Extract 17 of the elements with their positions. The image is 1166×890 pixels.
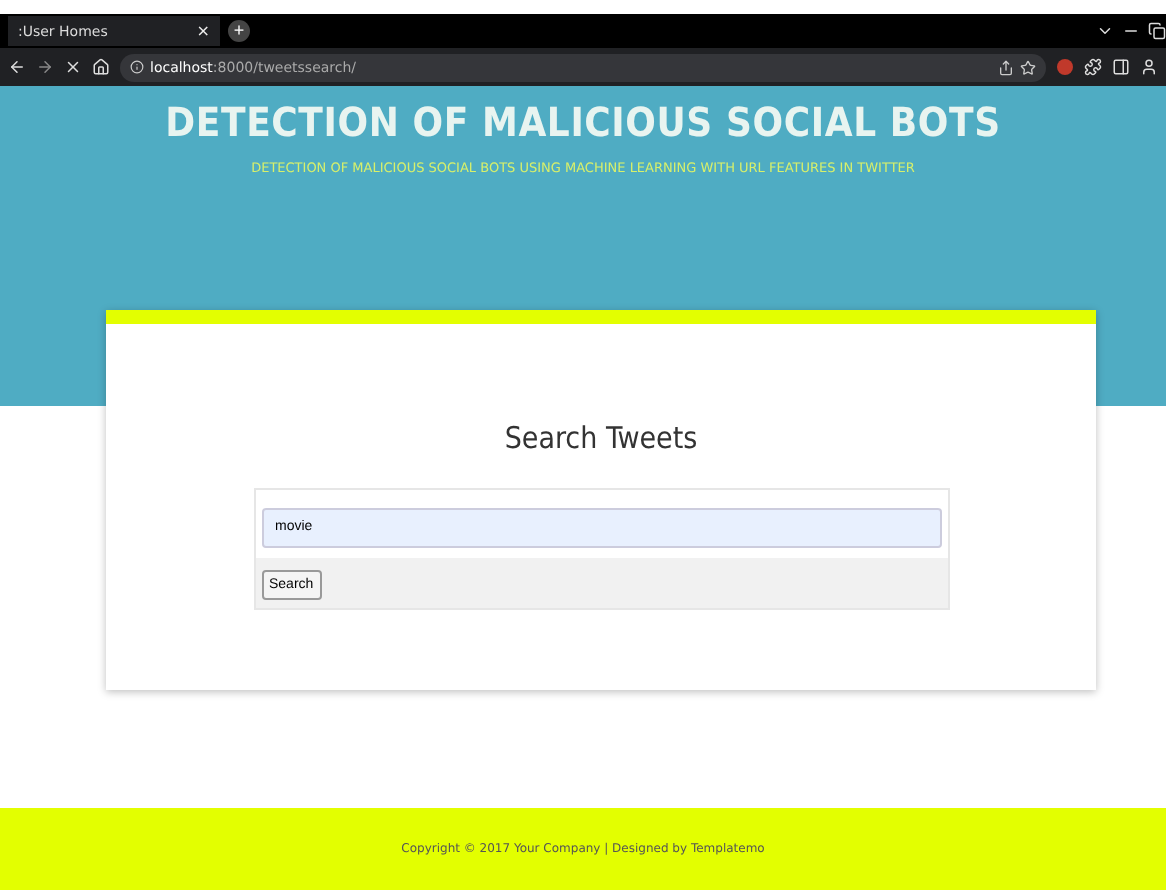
- back-icon[interactable]: [8, 58, 26, 76]
- card-heading: Search Tweets: [504, 420, 698, 456]
- home-icon[interactable]: [92, 58, 110, 76]
- site-title: DETECTION OF MALICIOUS SOCIAL BOTS: [165, 98, 1001, 146]
- tab-close[interactable]: ×: [196, 22, 210, 40]
- profile-icon[interactable]: [1140, 58, 1158, 76]
- share-icon[interactable]: [998, 59, 1014, 75]
- close-icon[interactable]: [64, 58, 82, 76]
- restore-icon[interactable]: [1148, 22, 1166, 40]
- sidebar-icon[interactable]: [1112, 58, 1130, 76]
- forward-icon[interactable]: [36, 58, 54, 76]
- star-icon[interactable]: [1020, 59, 1036, 75]
- chevron-icon[interactable]: [1096, 22, 1114, 40]
- extension-icon[interactable]: [1056, 58, 1074, 76]
- new-tab-button[interactable]: +: [228, 20, 250, 42]
- puzzle-icon[interactable]: [1084, 58, 1102, 76]
- info-icon: [130, 60, 144, 74]
